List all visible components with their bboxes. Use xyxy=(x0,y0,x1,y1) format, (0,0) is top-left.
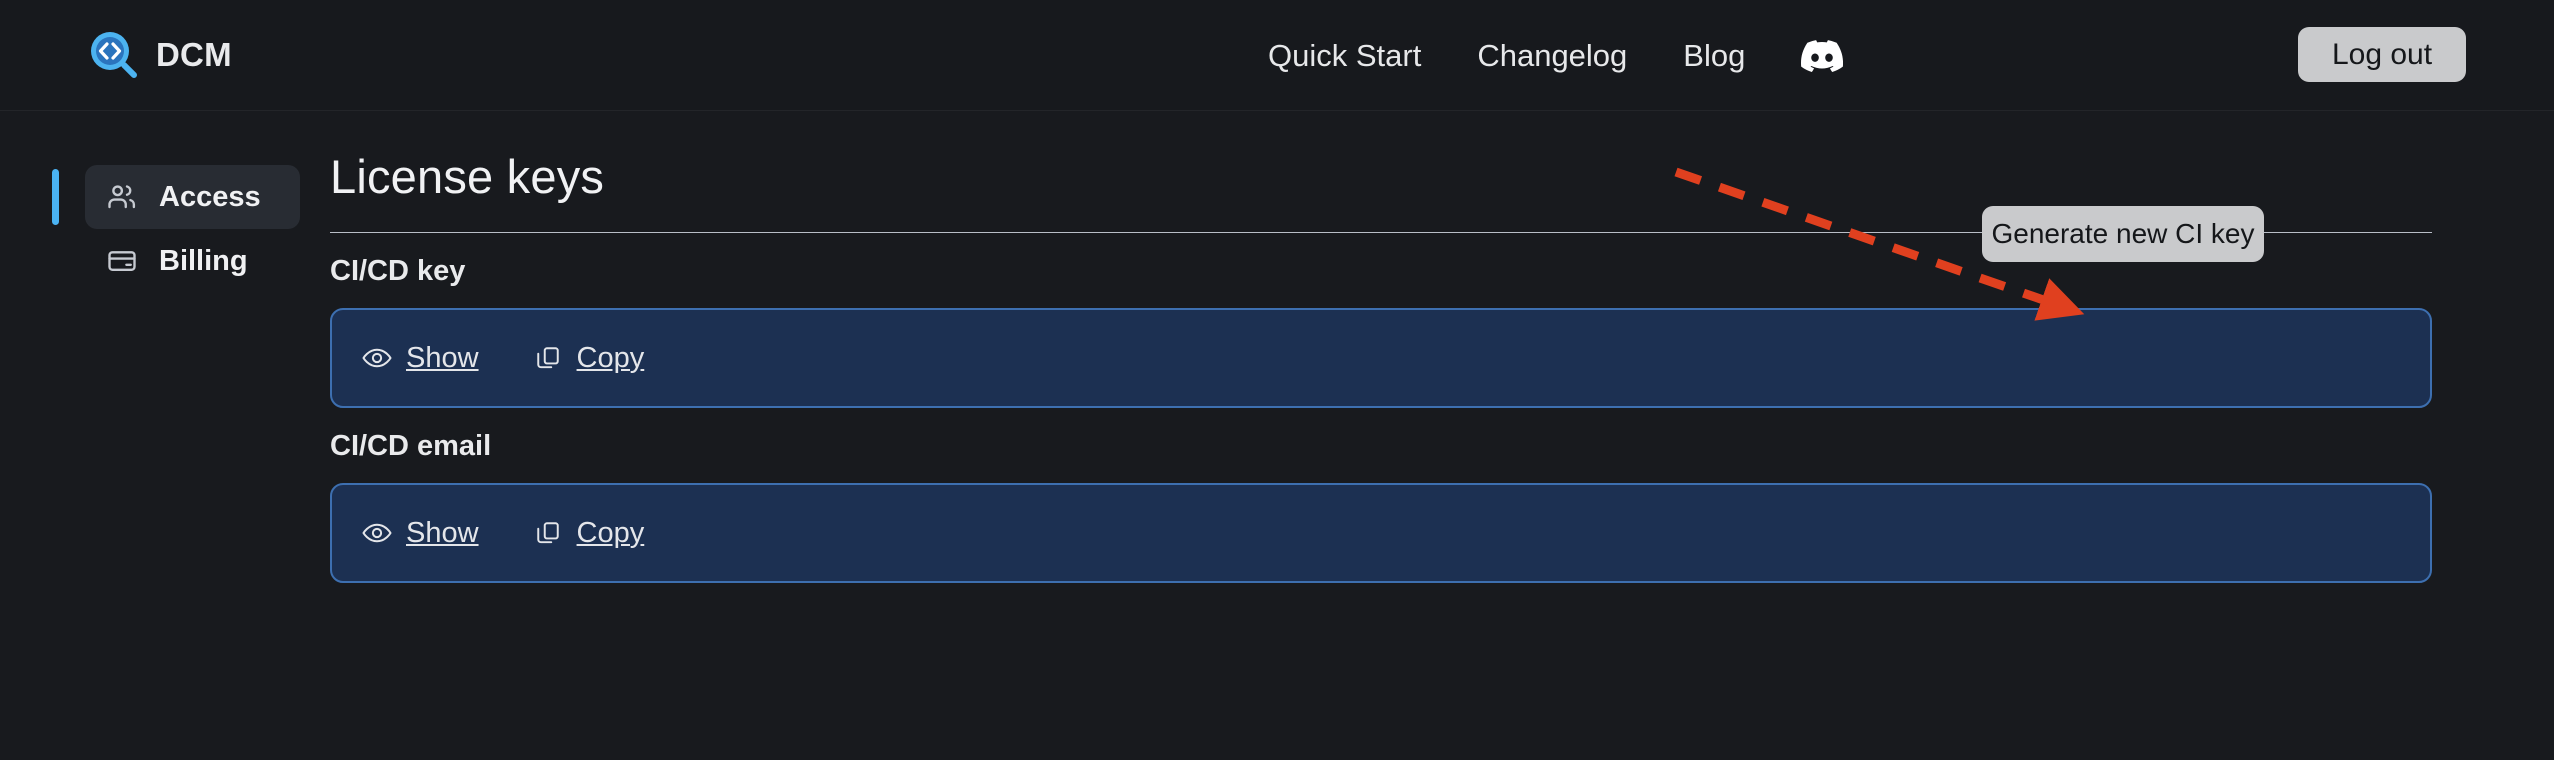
logout-button[interactable]: Log out xyxy=(2298,27,2466,82)
copy-icon xyxy=(533,520,563,546)
sidebar-item-label: Access xyxy=(159,180,261,213)
copy-label: Copy xyxy=(576,516,645,549)
copy-label: Copy xyxy=(576,341,645,374)
sidebar: Access Billing xyxy=(0,111,330,760)
generate-new-ci-key-button[interactable]: Generate new CI key xyxy=(1982,206,2264,262)
eye-icon xyxy=(362,345,392,371)
section-label: CI/CD email xyxy=(330,430,492,462)
users-icon xyxy=(107,182,137,212)
show-label: Show xyxy=(406,341,479,374)
section-cicd-key: CI/CD key Show Copy xyxy=(330,255,2554,408)
copy-icon xyxy=(533,345,563,371)
top-navigation-bar: DCM Quick Start Changelog Blog Log out xyxy=(0,0,2554,111)
copy-cicd-key-button[interactable]: Copy xyxy=(533,341,645,375)
main-nav: Quick Start Changelog Blog xyxy=(1240,0,1871,111)
main-content: License keys Generate new CI key CI/CD k… xyxy=(330,111,2554,760)
sidebar-item-access[interactable]: Access xyxy=(52,165,300,229)
brand[interactable]: DCM xyxy=(88,30,232,80)
nav-quick-start[interactable]: Quick Start xyxy=(1240,38,1449,74)
credit-card-icon xyxy=(107,246,137,276)
page-title: License keys xyxy=(330,150,605,203)
nav-blog[interactable]: Blog xyxy=(1655,38,1773,74)
brand-name: DCM xyxy=(156,36,232,73)
sidebar-item-label: Billing xyxy=(159,244,248,277)
page-body: Access Billing License keys Generate new… xyxy=(0,111,2554,760)
show-cicd-email-button[interactable]: Show xyxy=(362,517,479,550)
nav-changelog[interactable]: Changelog xyxy=(1449,38,1655,74)
discord-icon[interactable] xyxy=(1773,35,1871,77)
cicd-email-panel: Show Copy xyxy=(330,483,2432,583)
cicd-key-panel: Show Copy xyxy=(330,308,2432,408)
copy-cicd-email-button[interactable]: Copy xyxy=(533,516,645,550)
show-cicd-key-button[interactable]: Show xyxy=(362,342,479,375)
magnifier-code-icon xyxy=(88,30,138,80)
section-cicd-email: CI/CD email Show Copy xyxy=(330,430,2554,583)
eye-icon xyxy=(362,520,392,546)
sidebar-item-billing[interactable]: Billing xyxy=(85,229,300,293)
show-label: Show xyxy=(406,516,479,549)
